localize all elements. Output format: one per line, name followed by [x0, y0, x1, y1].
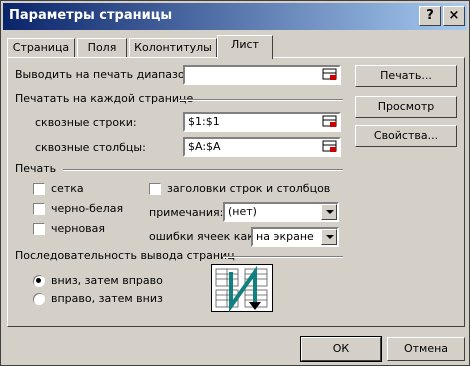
gridlines-checkbox[interactable]	[33, 183, 45, 195]
down-then-over-label: вниз, затем вправо	[51, 274, 163, 287]
page-setup-dialog: Параметры страницы ? × Страница Поля Кол…	[0, 0, 470, 366]
columns-to-repeat-input[interactable]: $A:$A	[183, 137, 341, 157]
rows-to-repeat-value: $1:$1	[188, 115, 220, 128]
tab-page-label: Страница	[12, 41, 70, 54]
range-select-icon[interactable]	[322, 140, 338, 154]
close-icon: ×	[448, 8, 460, 23]
preview-button-label: Просмотр	[377, 100, 435, 113]
tab-margins-label: Поля	[87, 41, 117, 54]
help-icon: ?	[426, 8, 434, 23]
help-button[interactable]: ?	[419, 6, 441, 26]
ok-button-label: ОК	[332, 342, 350, 355]
chevron-down-icon[interactable]	[321, 204, 337, 220]
tab-header-footer-label: Колонтитулы	[134, 41, 212, 54]
window-title: Параметры страницы	[9, 8, 173, 23]
print-group-separator	[63, 169, 343, 171]
tab-margins[interactable]: Поля	[77, 38, 127, 58]
black-and-white-checkbox[interactable]	[33, 203, 45, 215]
comments-label: примечания:	[149, 206, 224, 219]
print-area-label: Выводить на печать диапазон:	[15, 68, 196, 81]
row-col-headings-checkbox[interactable]	[149, 183, 161, 195]
page-order-group-label: Последовательность вывода страниц	[15, 249, 235, 262]
comments-select[interactable]: (нет)	[223, 202, 339, 222]
title-bar: Параметры страницы ? ×	[3, 3, 467, 30]
draft-quality-label: черновая	[51, 222, 106, 235]
preview-button[interactable]: Просмотр	[355, 96, 457, 118]
rows-to-repeat-input[interactable]: $1:$1	[183, 112, 341, 132]
page-order-separator	[223, 256, 343, 258]
properties-button-label: Свойства...	[373, 129, 439, 142]
cell-errors-select[interactable]: на экране	[251, 227, 339, 247]
gridlines-label: сетка	[51, 182, 84, 195]
over-then-down-radio[interactable]	[33, 293, 45, 305]
comments-value: (нет)	[228, 205, 257, 218]
properties-button[interactable]: Свойства...	[355, 125, 457, 147]
chevron-down-icon[interactable]	[321, 229, 337, 245]
print-button[interactable]: Печать...	[355, 65, 457, 87]
ok-button[interactable]: ОК	[300, 336, 382, 362]
down-then-over-radio[interactable]	[33, 275, 45, 287]
tab-page[interactable]: Страница	[7, 38, 75, 58]
range-select-icon[interactable]	[322, 115, 338, 129]
row-col-headings-label: заголовки строк и столбцов	[167, 182, 331, 195]
cell-errors-value: на экране	[256, 230, 314, 243]
page-order-preview-icon	[211, 264, 273, 312]
black-and-white-label: черно-белая	[51, 202, 124, 215]
radio-selected-dot	[36, 278, 41, 283]
draft-quality-checkbox[interactable]	[33, 223, 45, 235]
columns-to-repeat-label: сквозные столбцы:	[35, 141, 146, 154]
print-group-label: Печать	[15, 162, 57, 175]
rows-to-repeat-label: сквозные строки:	[35, 116, 137, 129]
print-titles-group-label: Печатать на каждой странице	[15, 92, 194, 105]
cancel-button[interactable]: Отмена	[387, 337, 465, 361]
cell-errors-label: ошибки ячеек как:	[149, 230, 258, 243]
tab-sheet-label: Лист	[231, 38, 259, 51]
range-select-icon[interactable]	[322, 68, 338, 82]
close-button[interactable]: ×	[443, 6, 465, 26]
print-titles-separator	[179, 99, 343, 101]
over-then-down-label: вправо, затем вниз	[51, 292, 163, 305]
tab-sheet[interactable]: Лист	[217, 35, 273, 59]
cancel-button-label: Отмена	[403, 342, 449, 355]
tab-header-footer[interactable]: Колонтитулы	[129, 38, 217, 58]
print-button-label: Печать...	[380, 69, 432, 82]
print-area-input[interactable]	[183, 65, 341, 85]
columns-to-repeat-value: $A:$A	[188, 140, 221, 153]
